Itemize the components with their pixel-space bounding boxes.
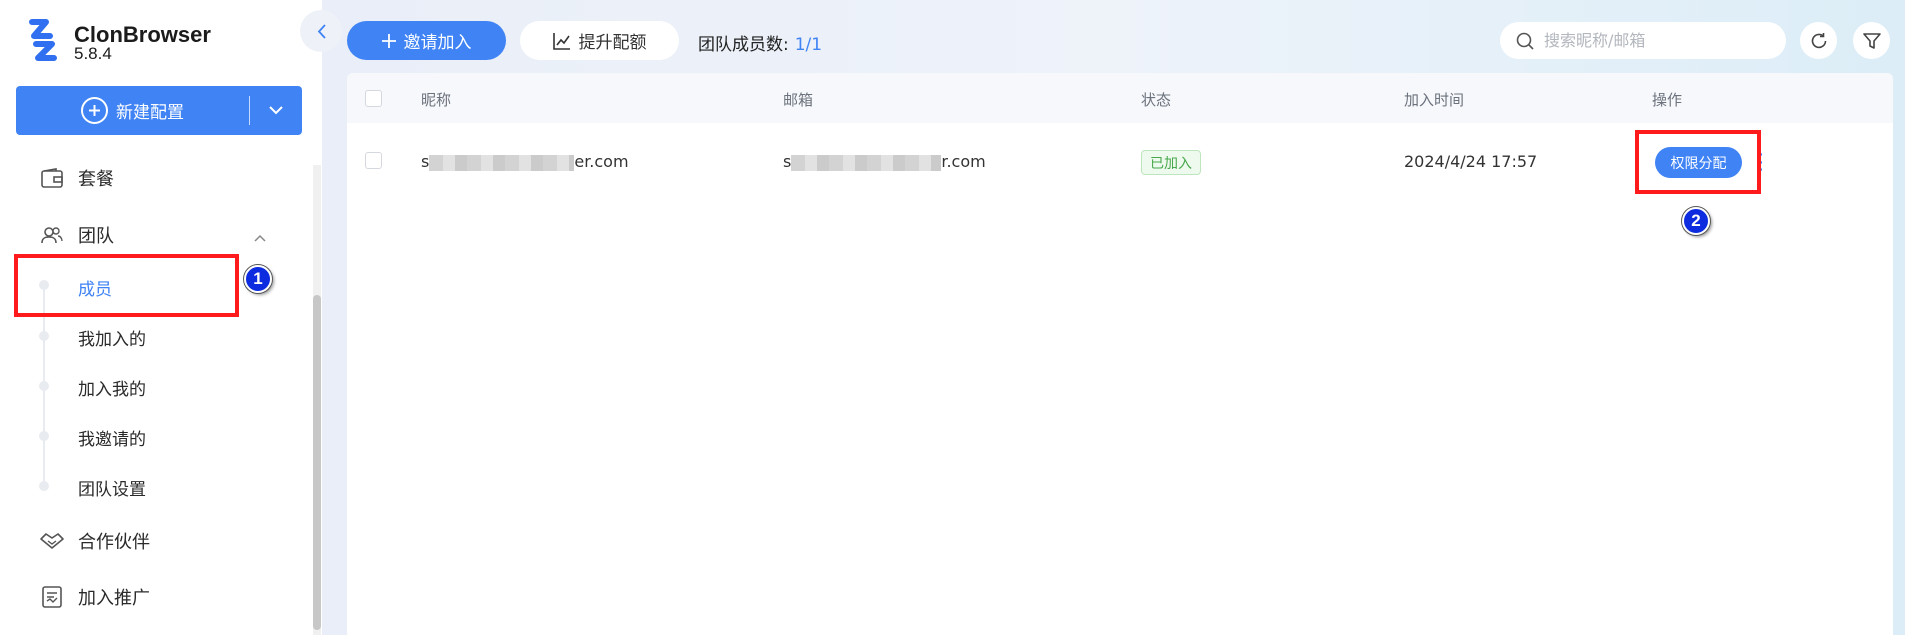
plus-circle-icon — [81, 97, 108, 124]
highlight-box-permission — [1635, 130, 1761, 194]
row-email: s r.com — [783, 152, 986, 171]
clonbrowser-logo-icon — [29, 19, 57, 61]
email-prefix: s — [783, 152, 792, 171]
row-checkbox[interactable] — [365, 152, 382, 169]
sidebar-subitem-joined-mine[interactable]: 加入我的 — [78, 375, 146, 400]
redacted-blur — [791, 154, 942, 171]
new-config-main[interactable]: 新建配置 — [16, 86, 249, 135]
column-header-email: 邮箱 — [783, 91, 814, 109]
refresh-button[interactable] — [1800, 22, 1837, 59]
sidebar-item-label: 加入推广 — [78, 588, 150, 609]
sidebar-subitem-joined-by-me[interactable]: 我加入的 — [78, 325, 146, 350]
sidebar-scrollbar-thumb[interactable] — [313, 295, 321, 630]
search-input[interactable] — [1544, 31, 1764, 50]
filter-icon — [1862, 32, 1881, 49]
invite-button[interactable]: 邀请加入 — [347, 21, 506, 60]
collapse-sidebar-button[interactable] — [300, 10, 342, 52]
sidebar-item-team[interactable]: 团队 — [40, 222, 270, 248]
filter-button[interactable] — [1853, 22, 1890, 59]
select-all-checkbox[interactable] — [365, 90, 382, 107]
sidebar-subitem-invited-by-me[interactable]: 我邀请的 — [78, 425, 146, 450]
sidebar-item-label: 团队 — [78, 226, 114, 247]
submenu-dot — [39, 431, 49, 441]
highlight-box-members — [14, 254, 239, 317]
member-count-value: 1/1 — [794, 35, 823, 55]
member-count-label: 团队成员数: — [698, 35, 789, 55]
column-header-join-time: 加入时间 — [1404, 91, 1465, 109]
invite-label: 邀请加入 — [403, 33, 472, 53]
status-badge: 已加入 — [1141, 150, 1201, 175]
member-count: 团队成员数: 1/1 — [698, 30, 822, 55]
step-badge-2: 2 — [1682, 207, 1710, 235]
app-version: 5.8.4 — [74, 44, 112, 63]
nickname-prefix: s — [421, 152, 430, 171]
sidebar-subitem-team-settings[interactable]: 团队设置 — [78, 475, 146, 500]
row-nickname: s er.com — [421, 152, 629, 171]
sidebar-item-promotion[interactable]: 加入推广 — [40, 584, 150, 610]
redacted-blur — [429, 154, 575, 171]
submenu-dot — [39, 381, 49, 391]
sidebar-item-label: 合作伙伴 — [78, 532, 150, 553]
sidebar-item-label: 套餐 — [78, 169, 114, 190]
sidebar-item-partner[interactable]: 合作伙伴 — [40, 528, 150, 554]
chevron-down-icon — [269, 106, 283, 115]
chevron-left-icon — [317, 23, 326, 39]
upgrade-quota-button[interactable]: 提升配额 — [520, 21, 679, 60]
column-header-nickname: 昵称 — [421, 91, 452, 109]
submenu-dot — [39, 331, 49, 341]
submenu-dot — [39, 481, 49, 491]
upgrade-label: 提升配额 — [578, 33, 647, 53]
promotion-icon — [40, 585, 64, 609]
new-config-label: 新建配置 — [116, 103, 184, 123]
team-icon — [40, 223, 64, 247]
row-join-time: 2024/4/24 17:57 — [1404, 152, 1538, 171]
email-suffix: r.com — [941, 152, 986, 171]
column-header-status: 状态 — [1141, 91, 1172, 109]
new-config-button[interactable]: 新建配置 — [16, 86, 302, 135]
sidebar: ClonBrowser 5.8.4 新建配置 套餐 团队 成员 我加入的 加入我… — [0, 0, 322, 635]
search-icon — [1516, 32, 1534, 50]
nickname-suffix: er.com — [574, 152, 629, 171]
handshake-icon — [40, 529, 64, 553]
step-badge-1: 1 — [244, 265, 272, 293]
wallet-icon — [40, 166, 64, 190]
search-box[interactable] — [1500, 22, 1786, 59]
sidebar-item-package[interactable]: 套餐 — [40, 165, 114, 191]
column-header-actions: 操作 — [1652, 91, 1683, 109]
plus-icon — [381, 33, 396, 48]
refresh-icon — [1811, 32, 1826, 48]
new-config-dropdown[interactable] — [250, 86, 302, 135]
chart-line-icon — [552, 32, 570, 50]
chevron-up-icon — [254, 226, 266, 247]
